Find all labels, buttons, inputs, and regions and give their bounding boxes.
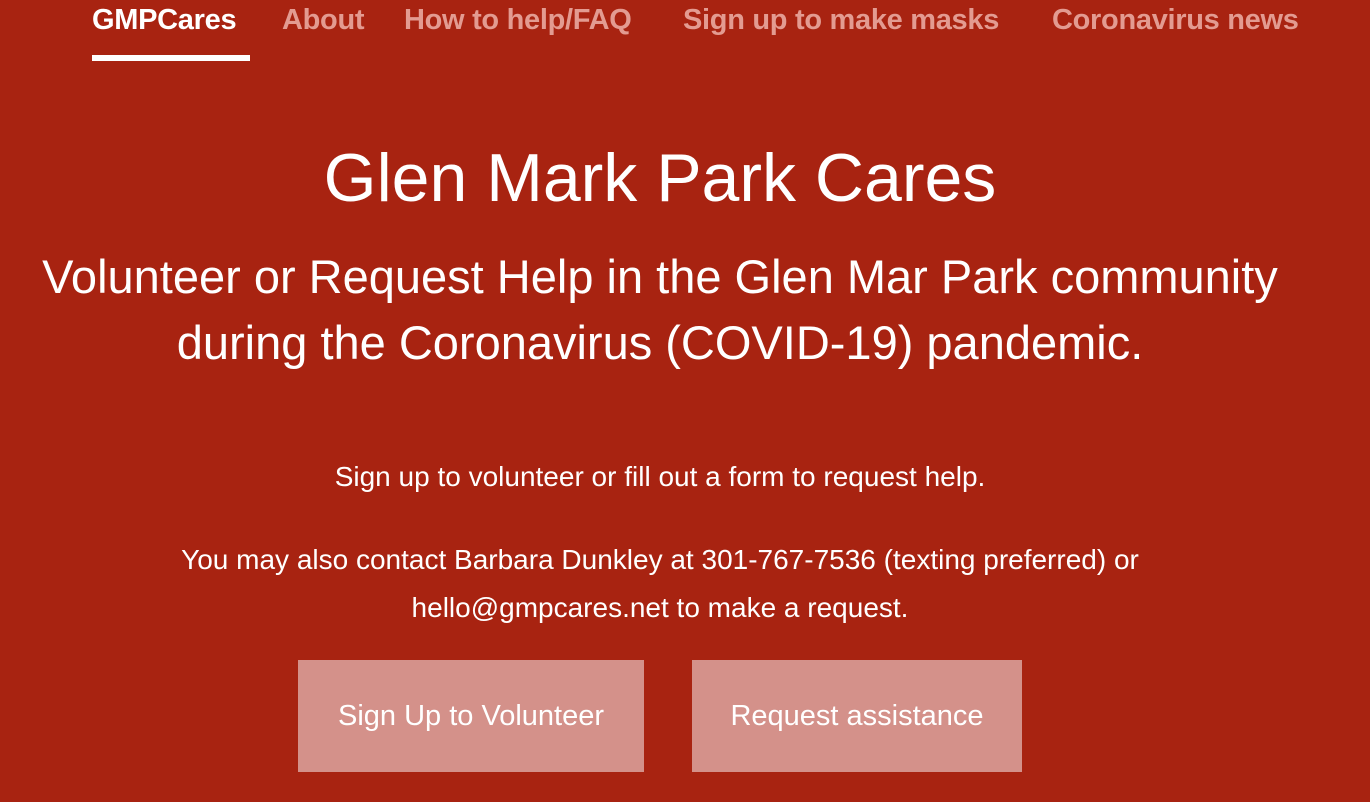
sign-up-to-volunteer-button[interactable]: Sign Up to Volunteer bbox=[298, 660, 644, 772]
nav-item-how-to-help-faq[interactable]: How to help/FAQ bbox=[404, 4, 632, 37]
nav-item-gmpcares[interactable]: GMPCares bbox=[92, 4, 237, 37]
lead-text: Sign up to volunteer or fill out a form … bbox=[334, 461, 986, 492]
top-navigation: GMPCares About How to help/FAQ Sign up t… bbox=[0, 0, 1370, 62]
contact-text: You may also contact Barbara Dunkley at … bbox=[181, 544, 1139, 623]
nav-item-sign-up-to-make-masks[interactable]: Sign up to make masks bbox=[683, 4, 999, 37]
page-title: Glen Mark Park Cares bbox=[323, 140, 997, 216]
active-tab-indicator bbox=[92, 55, 250, 61]
request-assistance-button[interactable]: Request assistance bbox=[692, 660, 1022, 772]
nav-item-about[interactable]: About bbox=[282, 4, 365, 37]
page-subtitle: Volunteer or Request Help in the Glen Ma… bbox=[42, 250, 1278, 369]
nav-item-coronavirus-news[interactable]: Coronavirus news bbox=[1052, 4, 1299, 37]
